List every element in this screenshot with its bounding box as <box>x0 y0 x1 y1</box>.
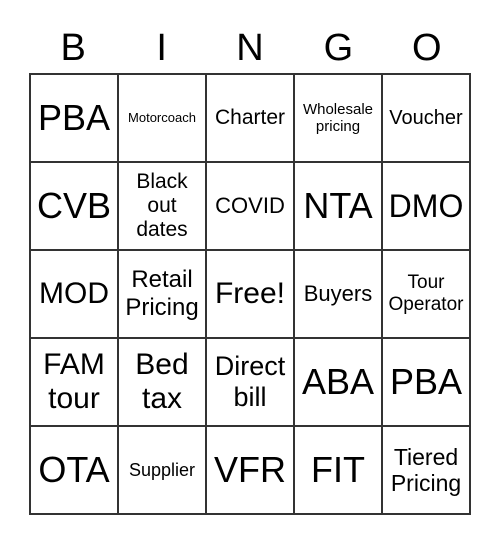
bingo-cell[interactable]: FAM tour <box>30 338 118 426</box>
bingo-cell[interactable]: VFR <box>206 426 294 514</box>
bingo-cell-label: Retail Pricing <box>125 266 199 321</box>
bingo-cell-label: Motorcoach <box>128 109 196 125</box>
header-letter-o: O <box>412 27 442 69</box>
bingo-cell[interactable]: Buyers <box>294 250 382 338</box>
bingo-cell[interactable]: PBA <box>382 338 470 426</box>
bingo-cell-label: DMO <box>388 187 464 224</box>
bingo-cell[interactable]: Charter <box>206 74 294 162</box>
bingo-cell-label: VFR <box>214 449 286 491</box>
bingo-cell[interactable]: COVID <box>206 162 294 250</box>
bingo-cell-label: ABA <box>301 361 375 403</box>
bingo-cell-label: Tour Operator <box>388 272 464 315</box>
bingo-cell-label: Free! <box>214 276 286 310</box>
bingo-header: B I N G O <box>29 24 471 72</box>
bingo-cell[interactable]: Direct bill <box>206 338 294 426</box>
bingo-cell[interactable]: Motorcoach <box>118 74 206 162</box>
bingo-cell[interactable]: NTA <box>294 162 382 250</box>
bingo-cell[interactable]: Free! <box>206 250 294 338</box>
bingo-cell-label: PBA <box>37 97 111 139</box>
bingo-cell[interactable]: Voucher <box>382 74 470 162</box>
bingo-cell-label: FAM tour <box>43 347 105 416</box>
bingo-cell[interactable]: PBA <box>30 74 118 162</box>
bingo-cell-label: Tiered Pricing <box>390 443 462 496</box>
bingo-cell[interactable]: FIT <box>294 426 382 514</box>
bingo-cell-label: NTA <box>303 185 373 227</box>
bingo-cell[interactable]: ABA <box>294 338 382 426</box>
bingo-cell-label: Wholesale pricing <box>302 100 374 135</box>
header-letter-b: B <box>60 27 86 69</box>
header-letter-n: N <box>236 27 264 69</box>
bingo-cell-label: CVB <box>36 185 112 227</box>
bingo-cell-label: PBA <box>389 361 463 403</box>
bingo-cell[interactable]: Supplier <box>118 426 206 514</box>
bingo-cell[interactable]: DMO <box>382 162 470 250</box>
bingo-cell-label: MOD <box>39 276 109 310</box>
bingo-cell[interactable]: MOD <box>30 250 118 338</box>
bingo-cell-label: COVID <box>215 193 285 219</box>
bingo-cell-label: OTA <box>38 449 110 491</box>
bingo-cell-label: FIT <box>311 449 365 491</box>
bingo-cell[interactable]: Retail Pricing <box>118 250 206 338</box>
bingo-cell[interactable]: Tiered Pricing <box>382 426 470 514</box>
bingo-cell-label: Direct bill <box>214 350 286 412</box>
bingo-grid: PBA Motorcoach Charter Wholesale pricing Vou… <box>29 73 471 515</box>
bingo-cell[interactable]: Bed tax <box>118 338 206 426</box>
header-letter-g: G <box>323 27 354 69</box>
bingo-cell[interactable]: Black out dates <box>118 162 206 250</box>
bingo-cell-label: Voucher <box>389 106 463 129</box>
header-letter-i: I <box>156 27 167 69</box>
bingo-cell-label: Buyers <box>303 281 373 307</box>
bingo-cell[interactable]: Tour Operator <box>382 250 470 338</box>
bingo-cell-label: Supplier <box>128 459 196 480</box>
bingo-cell[interactable]: OTA <box>30 426 118 514</box>
bingo-cell-label: Bed tax <box>135 347 189 416</box>
bingo-cell[interactable]: Wholesale pricing <box>294 74 382 162</box>
bingo-cell-label: Black out dates <box>136 169 188 242</box>
bingo-cell-label: Charter <box>214 105 286 129</box>
bingo-cell[interactable]: CVB <box>30 162 118 250</box>
